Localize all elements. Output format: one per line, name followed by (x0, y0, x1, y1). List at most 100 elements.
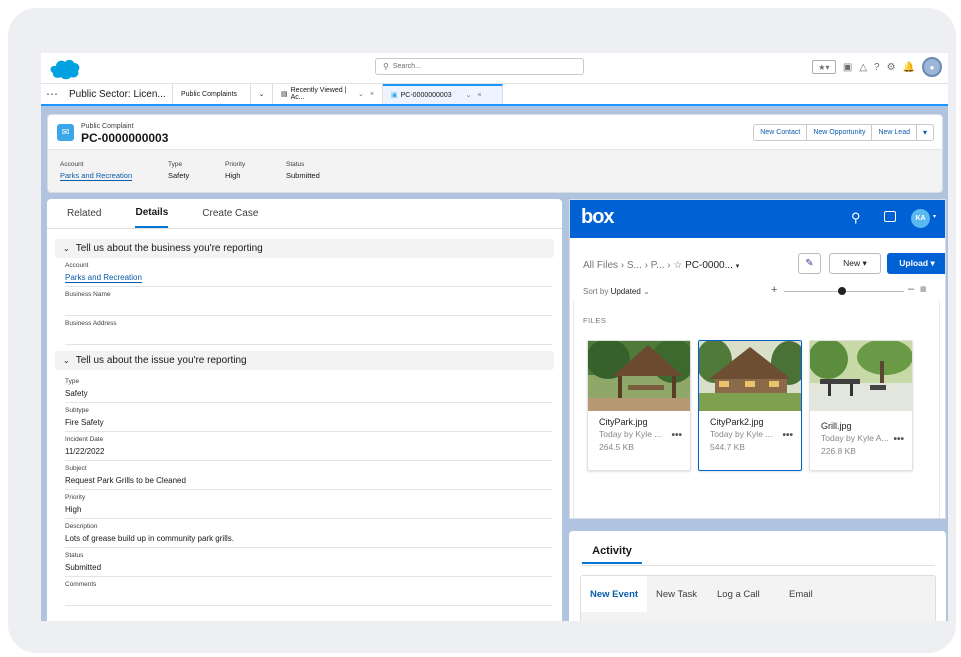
annotate-icon[interactable]: ✎ (798, 253, 821, 274)
file-meta: Today by Kyle ... (599, 429, 662, 439)
app-launcher-icon[interactable]: ⋯ (41, 84, 63, 104)
box-panel: box ⚲ KA ▾ All Files › S... › P... › ☆ P… (569, 199, 946, 519)
field-business-address: Business Address (65, 316, 552, 345)
activity-panel: Activity New Event New Task Log a Call E… (569, 531, 946, 621)
favorites-icon[interactable]: ★▾ (811, 60, 836, 74)
more-options-icon[interactable]: ••• (782, 430, 793, 441)
new-contact-button[interactable]: New Contact (753, 124, 807, 141)
field-description: Description Lots of grease build up in c… (65, 519, 552, 548)
box-header: box ⚲ KA ▾ (570, 200, 945, 238)
tab-create-case[interactable]: Create Case (202, 199, 258, 228)
activity-title[interactable]: Activity (582, 539, 642, 564)
new-opportunity-button[interactable]: New Opportunity (806, 124, 872, 141)
trailhead-icon[interactable]: △ (859, 62, 867, 73)
record-tab-icon: ▣ (391, 92, 398, 99)
breadcrumb-current[interactable]: PC-0000... (685, 260, 733, 271)
nav-dropdown[interactable]: ⌄ (251, 84, 273, 104)
section-issue[interactable]: ⌄ Tell us about the issue you're reporti… (55, 351, 554, 370)
chevron-down-icon[interactable]: ▾ (933, 213, 936, 220)
setup-icon[interactable]: ⚙ (887, 62, 896, 73)
tab-new-task[interactable]: New Task (656, 576, 697, 612)
zoom-in-icon[interactable]: + (771, 284, 777, 296)
breadcrumb-path[interactable]: All Files › S... › P... › ☆ (583, 260, 682, 271)
record-actions: New Contact New Opportunity New Lead ▾ (753, 124, 934, 141)
field-comments: Comments (65, 577, 552, 606)
tab-public-complaints[interactable]: Public Complaints (173, 84, 251, 104)
file-name: Grill.jpg (821, 421, 852, 431)
file-size: 544.7 KB (710, 442, 745, 452)
tab-recently-viewed[interactable]: ▤ Recently Viewed | Ac... ⌄ × (273, 84, 383, 104)
section-business[interactable]: ⌄ Tell us about the business you're repo… (55, 239, 554, 258)
more-options-icon[interactable]: ••• (893, 434, 904, 445)
activity-tabs: New Event New Task Log a Call Email (580, 575, 936, 621)
tab-details[interactable]: Details (135, 199, 169, 228)
highlight-label: Type (168, 161, 183, 168)
field-status: Status Submitted (65, 548, 552, 577)
file-thumbnail (808, 339, 913, 411)
breadcrumb[interactable]: All Files › S... › P... › ☆ PC-0000... ▾ (583, 260, 739, 271)
tab-email[interactable]: Email (789, 576, 813, 612)
help-icon[interactable]: ? (874, 62, 880, 73)
file-meta: Today by Kyle ... (710, 429, 773, 439)
account-link[interactable]: Parks and Recreation (60, 171, 133, 181)
more-actions-button[interactable]: ▾ (916, 124, 934, 141)
highlight-account: Account Parks and Recreation (60, 161, 133, 181)
file-size: 226.8 KB (821, 446, 856, 456)
field-priority: Priority High (65, 490, 552, 519)
new-lead-button[interactable]: New Lead (871, 124, 916, 141)
app-name: Public Sector: Licen... (63, 84, 173, 104)
tab-related[interactable]: Related (67, 199, 101, 228)
salesforce-app: ⚲ Search... ★▾ ▣ △ ? ⚙ 🔔 ● ⋯ Public Sect… (41, 53, 948, 621)
new-button[interactable]: New ▾ (829, 253, 881, 274)
file-card[interactable]: Grill.jpg Today by Kyle A... 226.8 KB ••… (808, 339, 913, 471)
sort-value[interactable]: Updated (611, 287, 641, 296)
highlight-status: Status Submitted (286, 161, 320, 180)
close-icon[interactable]: × (370, 91, 374, 98)
tab-new-event[interactable]: New Event (581, 576, 648, 612)
chevron-down-icon: ⌄ (63, 356, 70, 365)
tab-menu-icon[interactable]: ⌄ (466, 91, 472, 99)
field-label: Description (65, 523, 98, 530)
file-meta: Today by Kyle A... (821, 433, 889, 443)
close-icon[interactable]: × (478, 92, 482, 99)
tab-pc-record[interactable]: ▣ PC-0000000003 ⌄ × (383, 84, 503, 104)
file-card[interactable]: CityPark2.jpg Today by Kyle ... 544.7 KB… (696, 339, 807, 471)
tab-label: PC-0000000003 (400, 91, 452, 99)
add-icon[interactable]: ▣ (843, 62, 852, 73)
navigation-bar: ⋯ Public Sector: Licen... Public Complai… (41, 84, 948, 106)
tab-menu-icon[interactable]: ⌄ (358, 90, 364, 98)
file-thumbnail (696, 339, 807, 411)
search-placeholder: Search... (392, 63, 421, 70)
field-value: 11/22/2022 (65, 447, 105, 456)
salesforce-logo[interactable] (49, 58, 81, 80)
zoom-out-icon[interactable]: – (908, 283, 914, 295)
highlight-value: High (225, 171, 241, 180)
sidebar-toggle-icon[interactable] (884, 211, 896, 222)
notifications-icon[interactable]: 🔔 (903, 62, 915, 73)
field-business-name: Business Name (65, 287, 552, 316)
upload-button[interactable]: Upload ▾ (887, 253, 945, 274)
search-icon[interactable]: ⚲ (851, 210, 861, 226)
user-avatar[interactable]: ● (922, 57, 942, 77)
tab-label: Recently Viewed | Ac... (290, 87, 347, 101)
chevron-down-icon[interactable]: ▾ (736, 263, 740, 270)
more-options-icon[interactable]: ••• (671, 430, 682, 441)
record-type-label: Public Complaint (81, 123, 134, 130)
account-link[interactable]: Parks and Recreation (65, 273, 142, 283)
file-card[interactable]: CityPark.jpg Today by Kyle ... 264.5 KB … (586, 339, 695, 471)
sort-control[interactable]: Sort by Updated ⌄ (583, 287, 650, 296)
field-label: Type (65, 378, 80, 385)
avatar[interactable]: KA (911, 209, 930, 228)
record-header: ✉ Public Complaint PC-0000000003 New Con… (47, 114, 943, 193)
highlight-label: Status (286, 161, 305, 168)
record-header-top: ✉ Public Complaint PC-0000000003 New Con… (48, 115, 942, 150)
file-thumbnail (586, 339, 695, 411)
file-size: 264.5 KB (599, 442, 634, 452)
global-header: ⚲ Search... ★▾ ▣ △ ? ⚙ 🔔 ● (41, 53, 948, 84)
highlight-label: Account (60, 161, 84, 168)
record-tabs: Related Details Create Case (47, 199, 562, 229)
zoom-slider-handle[interactable] (838, 287, 846, 295)
tab-log-a-call[interactable]: Log a Call (717, 576, 760, 612)
grid-view-icon[interactable]: ▦ (920, 285, 927, 293)
global-search-input[interactable]: ⚲ Search... (375, 58, 584, 75)
